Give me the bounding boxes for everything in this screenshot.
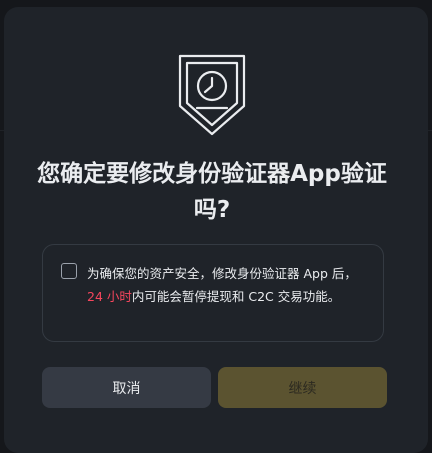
notice-text-before: 为确保您的资产安全，修改身份验证器 App 后， bbox=[87, 266, 357, 281]
cancel-button[interactable]: 取消 bbox=[42, 367, 211, 408]
notice-highlight-duration: 24 小时 bbox=[87, 289, 132, 304]
acknowledge-checkbox[interactable] bbox=[61, 263, 77, 279]
continue-button[interactable]: 继续 bbox=[218, 367, 387, 408]
notice-text: 为确保您的资产安全，修改身份验证器 App 后， 24 小时内可能会暂停提现和 C… bbox=[87, 262, 371, 308]
modal-title: 您确定要修改身份验证器App验证吗? bbox=[37, 161, 387, 223]
shield-clock-icon bbox=[178, 54, 246, 136]
notice-text-after: 内可能会暂停提现和 C2C 交易功能。 bbox=[131, 289, 341, 304]
